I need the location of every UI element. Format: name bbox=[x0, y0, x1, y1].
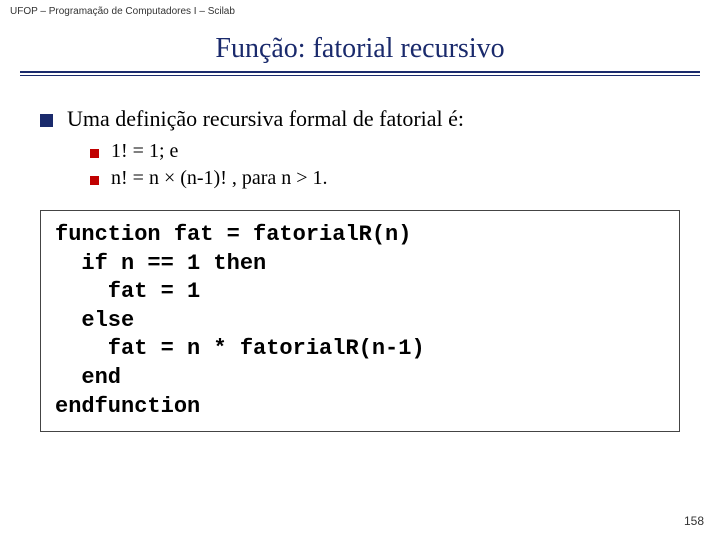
bullet-level2: n! = n × (n-1)! , para n > 1. bbox=[90, 167, 680, 190]
bullet-text: Uma definição recursiva formal de fatori… bbox=[67, 106, 464, 132]
bullet-text: 1! = 1; e bbox=[111, 140, 178, 163]
page-number: 158 bbox=[684, 514, 704, 528]
code-block: function fat = fatorialR(n) if n == 1 th… bbox=[40, 210, 680, 432]
course-header: UFOP – Programação de Computadores I – S… bbox=[0, 0, 720, 23]
bullet-level2: 1! = 1; e bbox=[90, 140, 680, 163]
slide-title: Função: fatorial recursivo bbox=[0, 33, 720, 65]
title-rule bbox=[20, 71, 700, 76]
content-area: Uma definição recursiva formal de fatori… bbox=[0, 86, 720, 190]
bullet-text: n! = n × (n-1)! , para n > 1. bbox=[111, 167, 328, 190]
square-bullet-small-icon bbox=[90, 149, 99, 158]
square-bullet-small-icon bbox=[90, 176, 99, 185]
bullet-level1: Uma definição recursiva formal de fatori… bbox=[40, 106, 680, 132]
square-bullet-icon bbox=[40, 114, 53, 127]
